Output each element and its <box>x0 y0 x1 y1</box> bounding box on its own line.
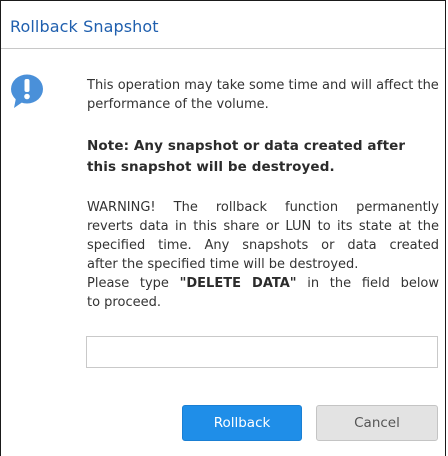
warning-message: WARNING! The rollback function permanent… <box>87 198 439 312</box>
type-instruction-line: Please type "DELETE DATA" in the field b… <box>87 274 439 293</box>
info-message: This operation may take some time and wi… <box>87 78 439 112</box>
warning-line: specified time. Any snapshots or data cr… <box>87 238 439 253</box>
delete-data-keyword: "DELETE DATA" <box>179 276 297 291</box>
title-divider <box>1 48 445 49</box>
rollback-button[interactable]: Rollback <box>182 405 302 441</box>
confirmation-input[interactable] <box>86 336 438 368</box>
type-suffix: in the field below <box>296 276 440 291</box>
type-prefix: Please type <box>87 276 180 291</box>
dialog-title: Rollback Snapshot <box>10 17 159 36</box>
exclamation-speech-bubble-icon <box>10 73 44 109</box>
warning-line: reverts data in this share or LUN to its… <box>87 219 439 234</box>
warning-line: WARNING! The rollback function permanent… <box>87 200 439 215</box>
cancel-button[interactable]: Cancel <box>316 405 438 441</box>
warning-line: after the specified time will be destroy… <box>87 257 359 272</box>
rollback-snapshot-dialog: Rollback Snapshot This operation may tak… <box>0 0 446 456</box>
note-message: Note: Any snapshot or data created after… <box>87 138 406 175</box>
type-instruction-line-2: to proceed. <box>87 295 161 310</box>
